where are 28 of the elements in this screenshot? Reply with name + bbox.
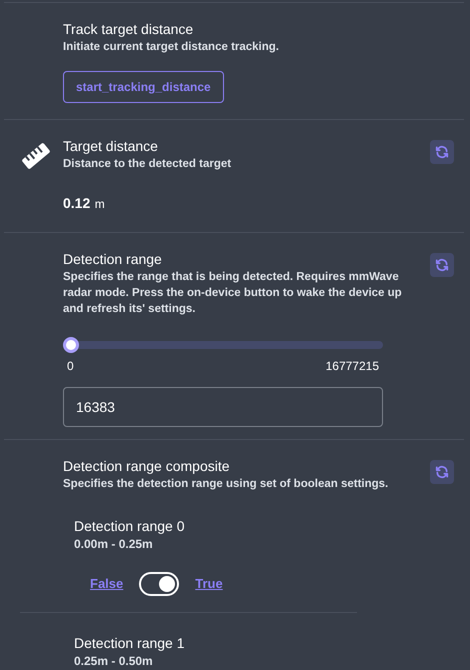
refresh-icon bbox=[435, 258, 449, 272]
action-button[interactable]: start_tracking_distance bbox=[63, 71, 224, 103]
section-description: Distance to the detected target bbox=[63, 157, 232, 172]
section-description: Specifies the range that is being detected. Requires mmWave radar mode. Press the on-device button to wake the device up and refresh its' settings. bbox=[63, 270, 403, 317]
refresh-button[interactable] bbox=[430, 140, 454, 164]
item-description: 0.00m - 0.25m bbox=[74, 536, 154, 552]
section-title: Target distance bbox=[63, 137, 159, 156]
section-description: Initiate current target distance tracking. bbox=[63, 40, 280, 55]
item-title: Detection range 1 bbox=[74, 634, 186, 653]
distance-value: 0.12 bbox=[63, 195, 90, 211]
section-title: Detection range bbox=[63, 250, 163, 269]
number-input[interactable]: 16383 bbox=[63, 387, 383, 427]
section-title: Detection range composite bbox=[63, 457, 231, 476]
false-link[interactable]: False bbox=[90, 574, 124, 594]
distance-unit: m bbox=[94, 197, 105, 211]
slider-thumb[interactable] bbox=[63, 337, 79, 353]
toggle-switch[interactable] bbox=[139, 572, 180, 596]
slider-min: 0 bbox=[67, 358, 74, 375]
refresh-icon bbox=[435, 145, 449, 159]
refresh-icon bbox=[435, 465, 449, 479]
true-link[interactable]: True bbox=[195, 574, 223, 594]
item-description: 0.25m - 0.50m bbox=[74, 653, 154, 669]
refresh-button[interactable] bbox=[430, 460, 454, 484]
slider-max: 16777215 bbox=[326, 358, 379, 375]
section-description: Specifies the detection range using set of boolean settings. bbox=[63, 477, 390, 492]
section-title: Track target distance bbox=[63, 20, 194, 39]
refresh-button[interactable] bbox=[430, 253, 454, 277]
item-title: Detection range 0 bbox=[74, 517, 186, 536]
